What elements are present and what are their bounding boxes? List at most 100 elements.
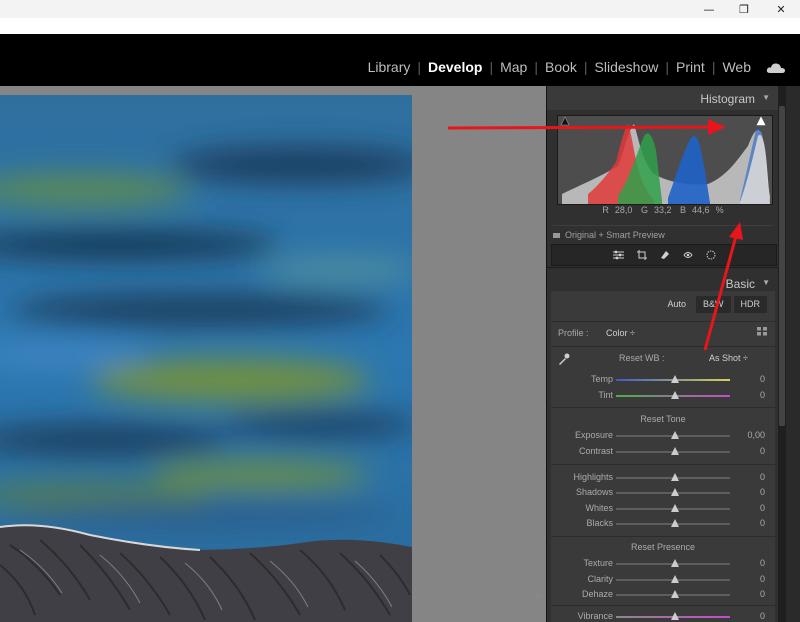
module-print[interactable]: Print <box>669 59 712 75</box>
slider-thumb[interactable] <box>670 488 679 496</box>
profile-browser-icon[interactable] <box>757 327 767 336</box>
blacks-value[interactable]: 0 <box>760 518 765 528</box>
reset-wb-label[interactable]: Reset WB : <box>619 353 665 363</box>
shadows-label: Shadows <box>575 487 613 497</box>
window-chrome-gap <box>0 18 800 34</box>
clarity-slider[interactable] <box>616 575 730 583</box>
exposure-label: Exposure <box>574 430 613 440</box>
slider-thumb[interactable] <box>670 473 679 481</box>
masking-icon[interactable] <box>706 250 716 260</box>
exposure-value[interactable]: 0,00 <box>747 430 765 440</box>
slider-thumb[interactable] <box>670 447 679 455</box>
auto-button[interactable]: Auto <box>660 296 693 313</box>
slider-thumb[interactable] <box>670 391 679 399</box>
histogram-readout: R 28,0 G 33,2 B 44,6% <box>547 205 779 215</box>
contrast-value[interactable]: 0 <box>760 446 765 456</box>
temp-value[interactable]: 0 <box>760 374 765 384</box>
scrollbar-thumb[interactable] <box>779 106 785 426</box>
slider-thumb[interactable] <box>670 590 679 598</box>
whites-slider-row: Whites 0 <box>551 502 775 516</box>
hdr-button[interactable]: HDR <box>733 296 767 313</box>
heal-icon[interactable] <box>660 250 670 260</box>
histogram-graph[interactable] <box>557 115 773 205</box>
cloud-icon[interactable] <box>766 62 786 74</box>
tint-value[interactable]: 0 <box>760 390 765 400</box>
highlights-slider[interactable] <box>616 473 730 481</box>
basic-header[interactable]: Basic ▼ <box>547 268 779 291</box>
slider-thumb[interactable] <box>670 575 679 583</box>
reset-tone-label[interactable]: Reset Tone <box>551 414 775 424</box>
shadows-slider[interactable] <box>616 488 730 496</box>
readout-unit: % <box>715 205 724 215</box>
maximize-button[interactable]: ❐ <box>727 0 761 18</box>
smart-preview-status[interactable]: Original + Smart Preview <box>553 225 773 244</box>
dehaze-value[interactable]: 0 <box>760 589 765 599</box>
sliders-icon[interactable] <box>612 250 624 260</box>
profile-select[interactable]: Color ÷ <box>606 328 635 338</box>
divider <box>551 407 775 408</box>
histogram-header[interactable]: Histogram ▼ <box>547 86 779 110</box>
whites-value[interactable]: 0 <box>760 503 765 513</box>
minimize-button[interactable]: — <box>692 0 726 18</box>
module-slideshow[interactable]: Slideshow <box>588 59 666 75</box>
bw-button[interactable]: B&W <box>695 296 731 313</box>
module-library[interactable]: Library <box>361 59 418 75</box>
divider <box>551 536 775 537</box>
eyedropper-icon[interactable] <box>557 352 571 366</box>
exposure-slider[interactable] <box>616 431 730 439</box>
photo-canvas[interactable]: ▶ <box>0 86 546 622</box>
blacks-slider[interactable] <box>616 519 730 527</box>
slider-thumb[interactable] <box>670 375 679 383</box>
preview-icon <box>553 233 560 239</box>
texture-value[interactable]: 0 <box>760 558 765 568</box>
highlights-value[interactable]: 0 <box>760 472 765 482</box>
chevron-down-icon: ▼ <box>762 93 770 102</box>
vibrance-label: Vibrance <box>577 611 613 621</box>
clarity-label: Clarity <box>587 574 613 584</box>
chevron-down-icon: ▼ <box>762 278 770 287</box>
readout-b-value: 44,6 <box>692 205 710 215</box>
readout-r-label: R <box>602 205 609 215</box>
whites-slider[interactable] <box>616 504 730 512</box>
crop-icon[interactable] <box>636 250 647 260</box>
basic-title: Basic <box>725 277 755 291</box>
whites-label: Whites <box>585 503 613 513</box>
module-web[interactable]: Web <box>715 59 758 75</box>
tool-strip <box>551 244 777 266</box>
panel-collapse-icon[interactable]: ▶ <box>536 591 543 602</box>
right-edge-strip <box>786 86 800 622</box>
profile-label: Profile : <box>558 328 589 338</box>
title-bar: — ❐ ✕ <box>0 0 800 18</box>
temp-slider[interactable] <box>616 375 730 383</box>
tint-slider[interactable] <box>616 391 730 399</box>
close-button[interactable]: ✕ <box>764 0 798 18</box>
slider-thumb[interactable] <box>670 519 679 527</box>
contrast-slider[interactable] <box>616 447 730 455</box>
reset-presence-label[interactable]: Reset Presence <box>551 542 775 552</box>
vibrance-value[interactable]: 0 <box>760 611 765 621</box>
slider-thumb[interactable] <box>670 612 679 620</box>
module-map[interactable]: Map <box>493 59 534 75</box>
divider <box>551 605 775 606</box>
texture-slider[interactable] <box>616 559 730 567</box>
clarity-slider-row: Clarity 0 <box>551 573 775 587</box>
clarity-value[interactable]: 0 <box>760 574 765 584</box>
module-book[interactable]: Book <box>538 59 584 75</box>
texture-slider-row: Texture 0 <box>551 557 775 571</box>
readout-r-value: 28,0 <box>614 205 633 215</box>
module-develop[interactable]: Develop <box>421 59 489 75</box>
blacks-slider-row: Blacks 0 <box>551 517 775 531</box>
tint-slider-row: Tint 0 <box>551 389 775 403</box>
temp-label: Temp <box>590 374 613 384</box>
slider-thumb[interactable] <box>670 431 679 439</box>
slider-thumb[interactable] <box>670 504 679 512</box>
dehaze-slider[interactable] <box>616 590 730 598</box>
wb-select[interactable]: As Shot ÷ <box>709 353 748 363</box>
shadows-slider-row: Shadows 0 <box>551 486 775 500</box>
slider-thumb[interactable] <box>670 559 679 567</box>
vibrance-slider[interactable] <box>616 612 730 620</box>
panel-scrollbar[interactable] <box>778 86 786 622</box>
redeye-icon[interactable] <box>682 250 693 260</box>
shadows-value[interactable]: 0 <box>760 487 765 497</box>
divider <box>551 464 775 465</box>
